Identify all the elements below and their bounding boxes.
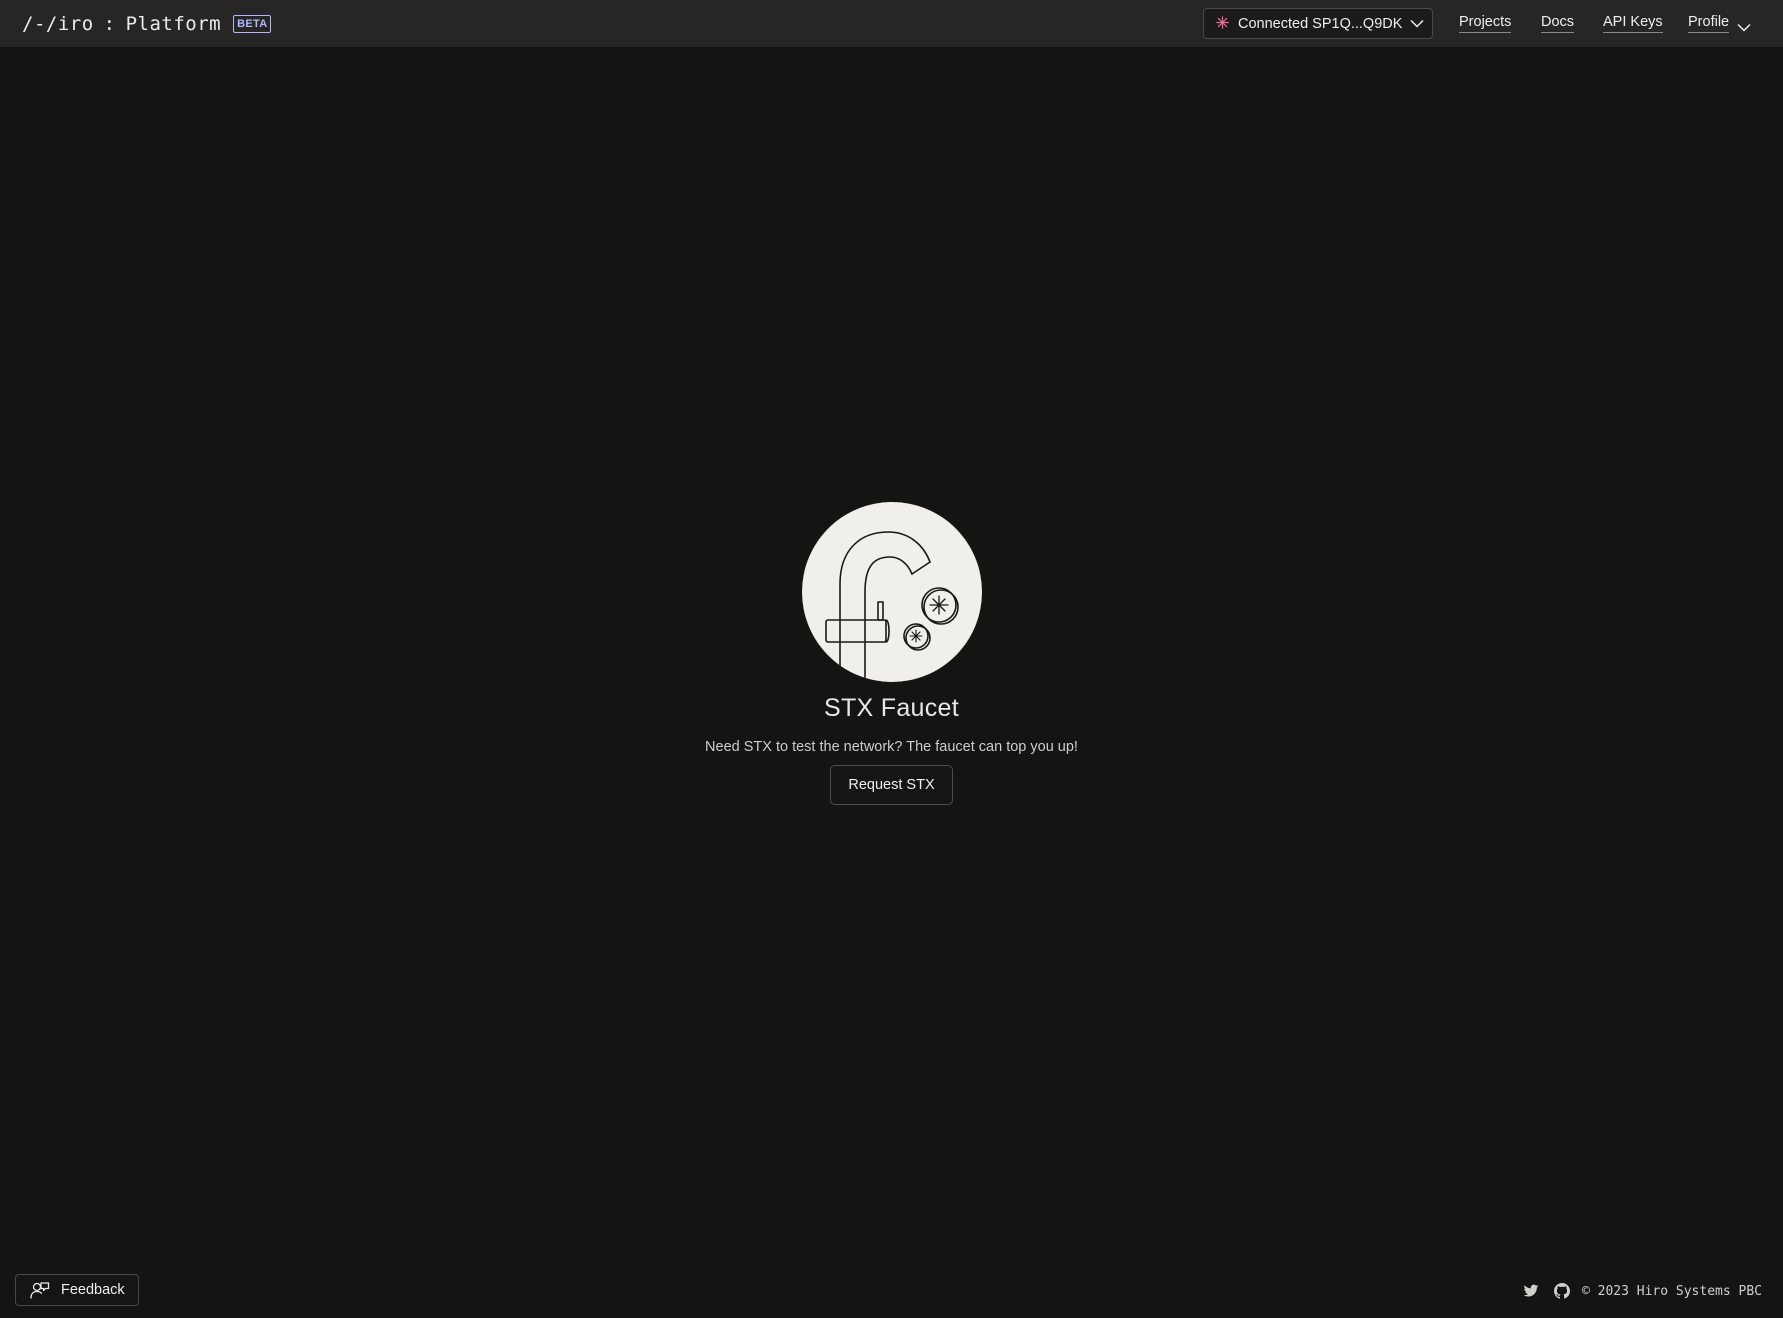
feedback-button[interactable]: Feedback bbox=[15, 1274, 139, 1306]
wallet-address-label: Connected SP1Q...Q9DK bbox=[1238, 15, 1403, 32]
footer-links: © 2023 Hiro Systems PBC bbox=[1523, 1281, 1762, 1301]
faucet-panel: STX Faucet Need STX to test the network?… bbox=[0, 502, 1783, 805]
nav-projects-link[interactable]: Projects bbox=[1459, 14, 1512, 33]
profile-chevron-down-icon[interactable] bbox=[1737, 19, 1751, 37]
brand-separator: : bbox=[103, 12, 116, 35]
faucet-illustration bbox=[801, 502, 982, 682]
page-title: STX Faucet bbox=[824, 694, 959, 722]
request-stx-button[interactable]: Request STX bbox=[830, 765, 953, 805]
nav-profile-link[interactable]: Profile bbox=[1688, 14, 1730, 33]
twitter-icon[interactable] bbox=[1523, 1283, 1539, 1299]
beta-badge: BETA bbox=[233, 14, 272, 33]
chevron-down-icon bbox=[1410, 16, 1424, 32]
page-subtitle: Need STX to test the network? The faucet… bbox=[705, 739, 1078, 755]
feedback-label: Feedback bbox=[61, 1282, 125, 1298]
brand-logo[interactable]: /-/iro : Platform BETA bbox=[22, 0, 272, 47]
feedback-person-icon bbox=[30, 1281, 50, 1299]
github-icon[interactable] bbox=[1553, 1283, 1570, 1299]
wallet-connection-dropdown[interactable]: Connected SP1Q...Q9DK bbox=[1203, 8, 1433, 39]
nav-api-keys-link[interactable]: API Keys bbox=[1603, 14, 1663, 33]
nav-docs-link[interactable]: Docs bbox=[1541, 14, 1575, 33]
product-name: Platform bbox=[125, 12, 222, 35]
top-navigation-bar: /-/iro : Platform BETA Connected SP1Q...… bbox=[0, 0, 1783, 47]
hiro-logo-text: /-/iro bbox=[22, 12, 94, 35]
copyright-text: © 2023 Hiro Systems PBC bbox=[1581, 1283, 1762, 1299]
stacks-spark-icon bbox=[1216, 16, 1229, 31]
